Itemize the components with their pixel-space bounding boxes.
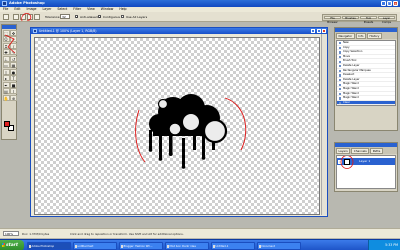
taskbar-item[interactable]: Untitled-1 — [211, 241, 255, 250]
vertical-scrollbar[interactable] — [321, 34, 327, 215]
contiguous-checkbox[interactable]: ✓ — [98, 15, 102, 19]
taskbar-item[interactable]: untitled text — [73, 241, 117, 250]
document-maximize-button[interactable] — [316, 28, 321, 34]
slice-tool-icon[interactable]: ∕ — [10, 42, 17, 49]
document-title-bar: Untitled-1 @ 100% (Layer 1, RGB/8) — [31, 28, 327, 34]
status-bar: 100% Doc: 1.37M/0 bytes Click and drag t… — [0, 228, 400, 238]
minimize-button[interactable]: _ — [381, 1, 386, 6]
close-button[interactable]: × — [393, 1, 398, 6]
hand-tool-icon[interactable]: ✋ — [2, 94, 10, 101]
gradient-tool-icon[interactable]: ▦ — [10, 62, 17, 68]
document-icon — [33, 29, 37, 33]
tab-layers[interactable]: Layers — [336, 147, 351, 154]
history-list: New Copy Copy Selection Move Brush Tool … — [336, 40, 396, 107]
antialiased-label: Anti-aliased — [80, 15, 98, 20]
history-item-selected[interactable]: Clear — [337, 100, 395, 106]
contiguous-label: Contiguous — [103, 15, 120, 20]
layer-name: Layer 1 — [359, 159, 371, 163]
doc-size-readout: Doc: 1.37M/0 bytes — [22, 232, 50, 236]
canvas-artwork — [135, 94, 247, 169]
eraser-tool-icon[interactable]: ▭ — [2, 62, 10, 68]
path-selection-icon[interactable]: ▸ — [2, 75, 10, 81]
start-label: start — [6, 243, 18, 248]
healing-brush-icon[interactable]: ✚ — [2, 49, 10, 55]
windows-logo-icon — [1, 243, 5, 247]
zoom-field[interactable]: 100% — [3, 231, 19, 236]
new-selection-icon[interactable] — [13, 14, 19, 20]
layers-list: Layer 1 — [336, 155, 396, 189]
dock-tab-file-browser[interactable]: File Browser — [324, 15, 341, 24]
start-button[interactable]: start — [0, 240, 24, 250]
dock-tab-layer-comps[interactable]: Layer Comps — [378, 15, 395, 24]
shape-tool-icon[interactable]: ■ — [10, 81, 17, 88]
zoom-tool-icon[interactable]: ⊕ — [10, 94, 17, 101]
type-tool-icon[interactable]: T — [10, 75, 17, 81]
move-tool-icon[interactable]: ✥ — [10, 29, 17, 36]
clone-stamp-icon[interactable]: ⊥ — [2, 55, 10, 62]
document-title: Untitled-1 @ 100% (Layer 1, RGB/8) — [39, 29, 97, 33]
taskbar-item[interactable]: Mod box: Darkr idea — [165, 241, 209, 250]
foreground-color-swatch[interactable] — [4, 121, 10, 127]
layer-thumbnail — [344, 158, 350, 165]
dodge-tool-icon[interactable]: ● — [10, 68, 17, 75]
subtract-selection-icon[interactable] — [27, 14, 33, 20]
tolerance-input[interactable]: 32 — [60, 14, 70, 19]
document-minimize-button[interactable] — [311, 28, 316, 34]
status-message: Click and drag to reposition or transfor… — [70, 232, 184, 236]
dock-tab-tool-presets[interactable]: Tool Presets — [360, 15, 377, 24]
photoshop-icon — [2, 1, 7, 6]
layers-panel: Layers Channels Paths Layer 1 — [334, 142, 398, 192]
visibility-eye-icon[interactable] — [338, 159, 342, 164]
taskbar-item[interactable]: Document — [257, 241, 301, 250]
blur-tool-icon[interactable]: ◊ — [2, 68, 10, 75]
toolbox: ⬚ ✥ ʘ ✧ ⌗ ∕ ✚ ✎ ⊥ ↺ ▭ ▦ ◊ ● ▸ T ✒ ■ ▤ ⌇ … — [1, 24, 17, 140]
window-title-bar: Adobe Photoshop _ □ × — [0, 0, 400, 7]
taskbar: start Adobe Photoshop untitled text Blog… — [0, 239, 400, 250]
tab-info[interactable]: Info — [355, 32, 366, 39]
taskbar-item[interactable]: Blogger: Fashion Wh... — [119, 241, 163, 250]
document-close-button[interactable] — [322, 28, 327, 34]
dock-tab-brushes[interactable]: Brushes — [342, 15, 359, 20]
tab-paths[interactable]: Paths — [370, 147, 383, 154]
layer-row[interactable]: Layer 1 — [337, 158, 395, 165]
lasso-tool-icon[interactable]: ʘ — [2, 36, 10, 42]
history-panel: Navigator Info History New Copy Copy Sel… — [334, 27, 398, 131]
brush-tool-icon[interactable]: ✎ — [10, 49, 17, 55]
crop-tool-icon[interactable]: ⌗ — [2, 42, 10, 49]
magic-wand-tool-icon[interactable] — [3, 14, 9, 20]
taskbar-item[interactable]: Adobe Photoshop — [27, 241, 71, 250]
tab-navigator[interactable]: Navigator — [336, 32, 355, 39]
history-brush-icon[interactable]: ↺ — [10, 55, 17, 62]
antialiased-checkbox[interactable]: ✓ — [75, 15, 79, 19]
marquee-tool-icon[interactable]: ⬚ — [2, 29, 10, 36]
add-to-selection-icon[interactable] — [20, 14, 26, 20]
magic-wand-tool-icon[interactable]: ✧ — [10, 36, 17, 42]
tolerance-label: Tolerance: — [45, 15, 61, 20]
notes-tool-icon[interactable]: ▤ — [2, 88, 10, 94]
use-all-layers-checkbox[interactable] — [121, 15, 125, 19]
pen-tool-icon[interactable]: ✒ — [2, 81, 10, 88]
cloud-drip-graphic — [148, 94, 228, 169]
tab-history[interactable]: History — [366, 32, 382, 39]
window-title: Adobe Photoshop — [9, 1, 45, 6]
system-tray: 5:33 PM — [368, 240, 400, 250]
palette-well: File Browser Brushes Tool Presets Layer … — [322, 13, 397, 24]
use-all-layers-label: Use All Layers — [126, 15, 148, 20]
clock: 5:33 PM — [385, 243, 398, 247]
eyedropper-tool-icon[interactable]: ⌇ — [10, 88, 17, 94]
tool-options-bar: Tolerance: 32 ✓ Anti-aliased ✓ Contiguou… — [0, 12, 400, 24]
canvas[interactable] — [34, 37, 320, 215]
maximize-button[interactable]: □ — [387, 1, 392, 6]
document-window: Untitled-1 @ 100% (Layer 1, RGB/8) — [30, 27, 328, 217]
tab-channels[interactable]: Channels — [351, 147, 370, 154]
intersect-selection-icon[interactable] — [34, 14, 40, 20]
